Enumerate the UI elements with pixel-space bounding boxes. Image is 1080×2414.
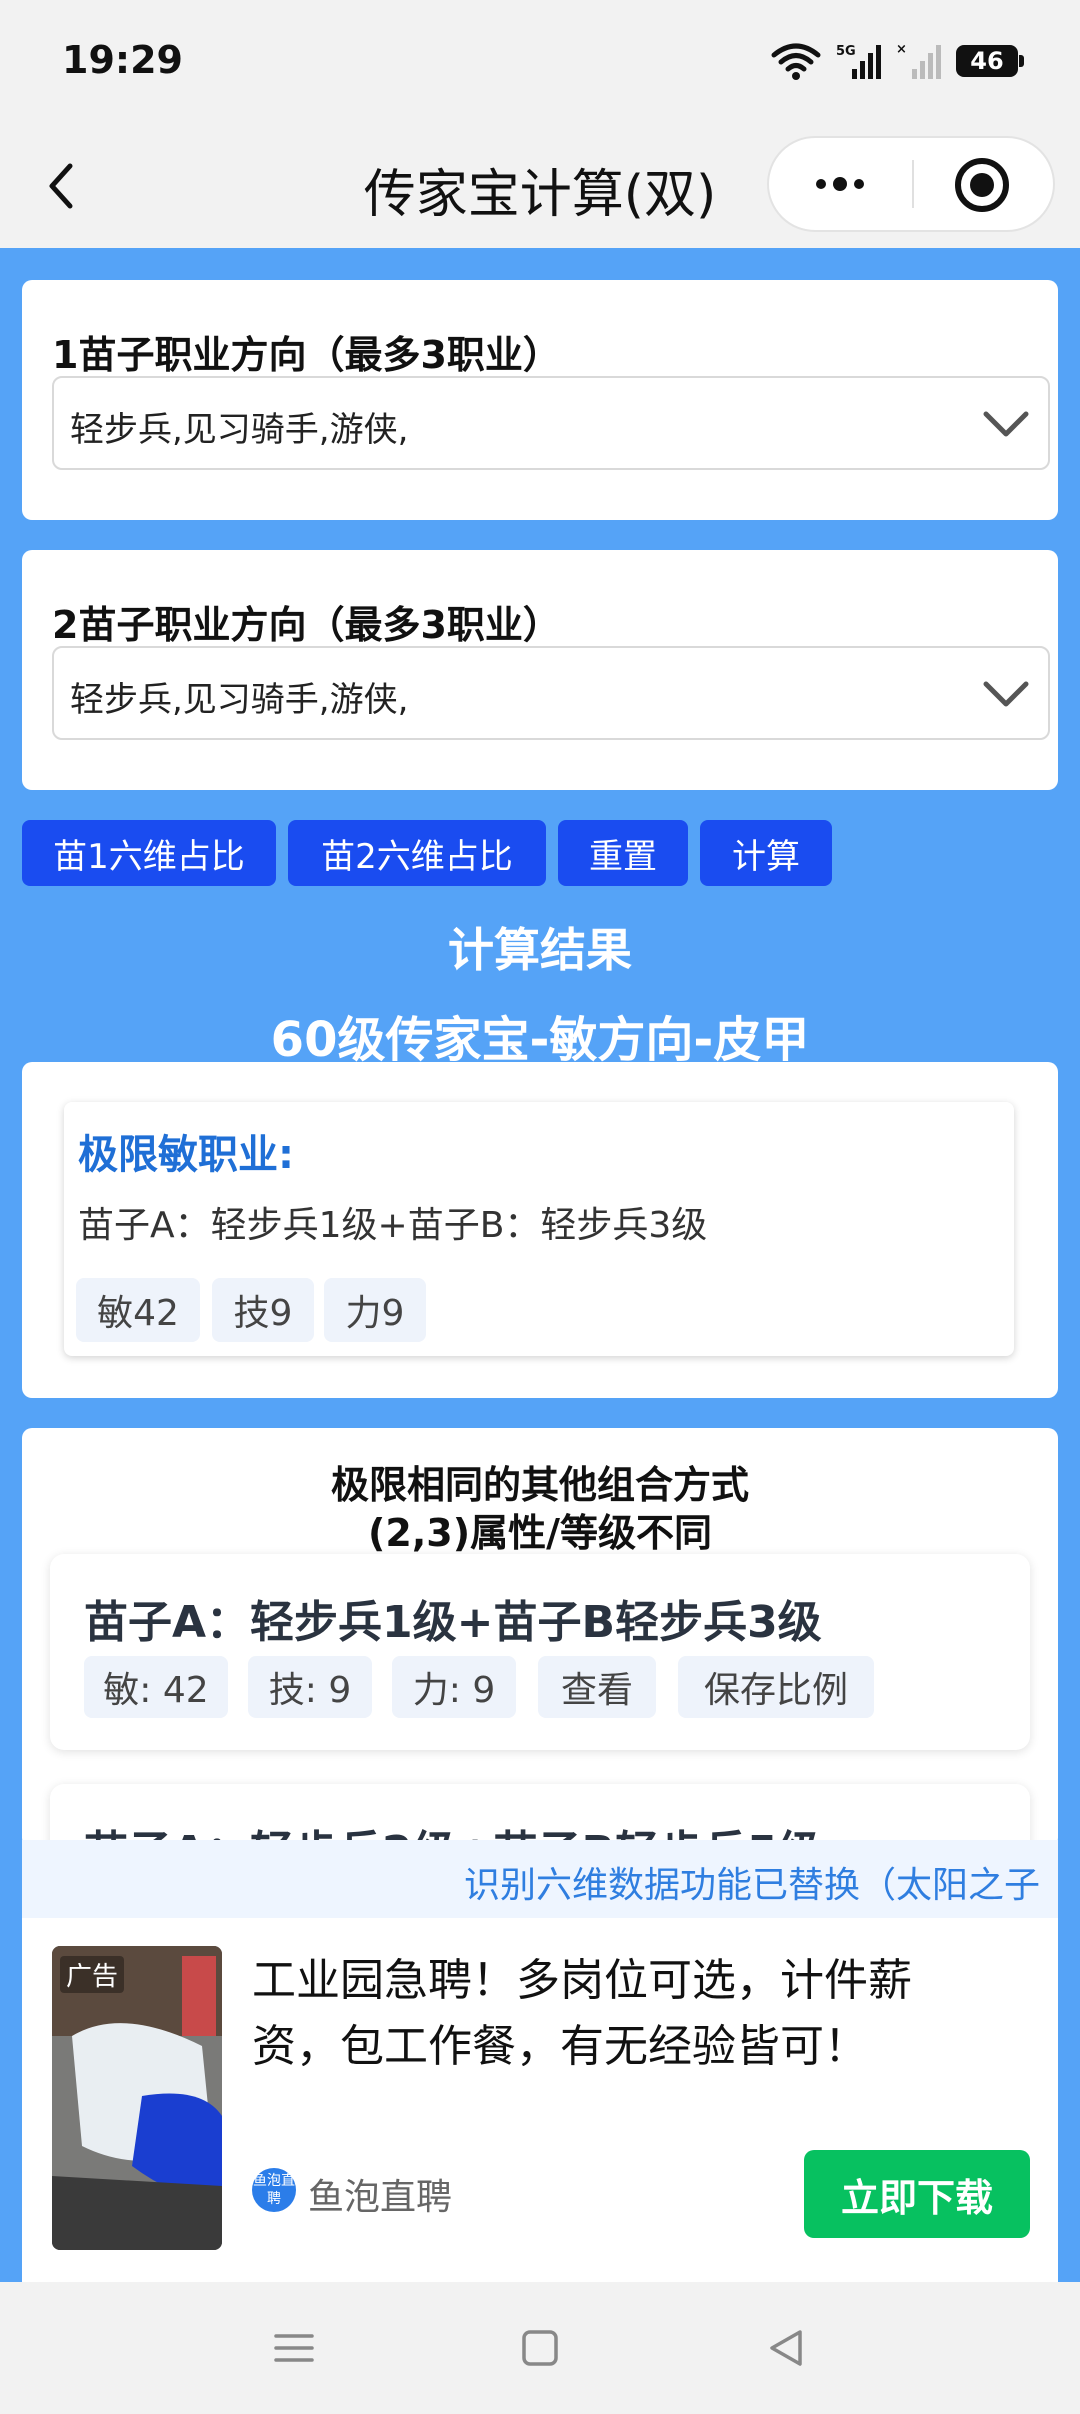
combo-title: 苗子A：轻步兵1级+苗子B轻步兵3级	[84, 1597, 822, 1648]
status-icons: 5G × 46	[770, 38, 1024, 84]
status-time: 19:29	[62, 38, 183, 82]
ad-image[interactable]: 广告	[52, 1946, 222, 2250]
download-button[interactable]: 立即下载	[804, 2150, 1030, 2238]
home-icon[interactable]	[514, 2322, 566, 2374]
other-combos-title: 极限相同的其他组合方式	[330, 1463, 749, 1507]
save-ratio-button[interactable]: 保存比例	[678, 1656, 874, 1718]
profession-select-2[interactable]: 轻步兵,见习骑手,游侠,	[52, 646, 1050, 740]
dex-chip: 敏: 42	[84, 1656, 228, 1718]
chevron-down-icon	[983, 411, 1029, 437]
combo-item: 苗子A：轻步兵2级+苗子B轻步兵5级	[50, 1784, 1030, 1848]
other-combos-card: 极限相同的其他组合方式 (2,3)属性/等级不同 苗子A：轻步兵1级+苗子B轻步…	[22, 1428, 1058, 1848]
ad-headline[interactable]: 工业园急聘！多岗位可选，计件薪资，包工作餐，有无经验皆可！	[252, 1948, 952, 2080]
chevron-down-icon	[983, 681, 1029, 707]
chevron-left-icon	[49, 163, 73, 209]
str-chip: 力: 9	[392, 1656, 516, 1718]
close-target-icon[interactable]	[955, 158, 1009, 212]
stat-tag: 力9	[324, 1278, 426, 1342]
skill-chip: 技: 9	[248, 1656, 372, 1718]
wifi-icon	[771, 43, 821, 80]
mini-program-capsule	[767, 136, 1055, 232]
more-dot-icon	[854, 179, 864, 189]
calculate-button[interactable]: 计算	[700, 820, 832, 886]
select-value: 轻步兵,见习骑手,游侠,	[70, 680, 409, 720]
back-button[interactable]	[30, 154, 94, 218]
more-dot-icon	[816, 179, 826, 189]
ad-banner[interactable]: 广告 工业园急聘！多岗位可选，计件薪资，包工作餐，有无经验皆可！ 鱼泡直聘 鱼泡…	[22, 1918, 1058, 2282]
svg-text:×: ×	[896, 42, 907, 57]
ratio-2-button[interactable]: 苗2六维占比	[288, 820, 546, 886]
more-dot-icon	[833, 177, 847, 191]
capsule-divider	[912, 160, 914, 208]
system-nav-bar	[0, 2282, 1080, 2414]
select-value: 轻步兵,见习骑手,游侠,	[70, 410, 409, 450]
signal-icon: ×	[896, 42, 941, 79]
notice-marquee: 识别六维数据功能已替换（太阳之子	[22, 1840, 1058, 1918]
selector-card-1: 1苗子职业方向（最多3职业） 轻步兵,见习骑手,游侠,	[22, 280, 1058, 520]
combo-item: 苗子A：轻步兵1级+苗子B轻步兵3级 敏: 42 技: 9 力: 9 查看 保存…	[50, 1554, 1030, 1750]
profession-select-1[interactable]: 轻步兵,见习骑手,游侠,	[52, 376, 1050, 470]
back-triangle-icon[interactable]	[760, 2322, 812, 2374]
limit-heading: 极限敏职业:	[78, 1132, 294, 1178]
notice-text: 识别六维数据功能已替换（太阳之子	[464, 1865, 1041, 1906]
status-bar: 19:29 5G × 46	[0, 0, 1080, 124]
other-combos-subtitle: (2,3)属性/等级不同	[368, 1511, 712, 1555]
stat-tag: 敏42	[76, 1278, 200, 1342]
signal-5g-icon: 5G	[836, 44, 881, 79]
nav-bar: 传家宝计算(双)	[0, 124, 1080, 248]
limit-combo: 苗子A：轻步兵1级+苗子B：轻步兵3级	[78, 1205, 708, 1246]
result-subtitle: 60级传家宝-敏方向-皮甲	[270, 1012, 810, 1068]
reset-button[interactable]: 重置	[558, 820, 688, 886]
selector-2-label: 2苗子职业方向（最多3职业）	[52, 603, 561, 647]
result-title: 计算结果	[448, 923, 632, 977]
ad-label: 广告	[60, 1956, 125, 1993]
svg-text:5G: 5G	[836, 44, 856, 59]
ad-brand-name: 鱼泡直聘	[308, 2177, 453, 2218]
battery-icon: 46	[956, 45, 1024, 77]
selector-card-2: 2苗子职业方向（最多3职业） 轻步兵,见习骑手,游侠,	[22, 550, 1058, 790]
ad-brand-logo: 鱼泡直聘	[252, 2168, 296, 2212]
view-button[interactable]: 查看	[538, 1656, 656, 1718]
limit-card: 极限敏职业: 苗子A：轻步兵1级+苗子B：轻步兵3级 敏42 技9 力9	[64, 1102, 1014, 1356]
stat-tag: 技9	[212, 1278, 314, 1342]
more-button[interactable]	[769, 138, 911, 230]
selector-1-label: 1苗子职业方向（最多3职业）	[52, 333, 561, 377]
ratio-1-button[interactable]: 苗1六维占比	[22, 820, 276, 886]
menu-icon[interactable]	[268, 2322, 320, 2374]
